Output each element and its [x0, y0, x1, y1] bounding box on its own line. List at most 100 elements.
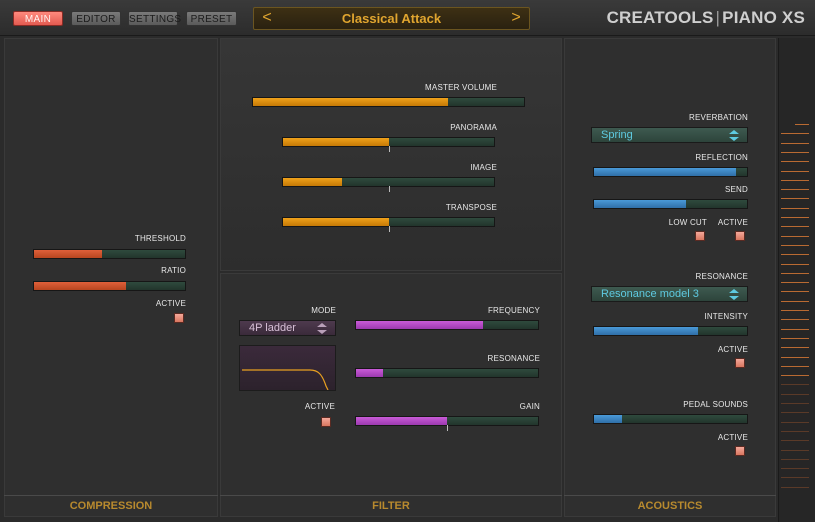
- meter-tick: [781, 244, 809, 246]
- brand-left: CREATOOLS: [606, 8, 714, 27]
- frequency-fill: [356, 321, 484, 329]
- resonance-label: RESONANCE: [695, 272, 748, 281]
- meter-tick: [781, 347, 809, 349]
- preset-selector[interactable]: < Classical Attack >: [253, 7, 530, 30]
- preset-name: Classical Attack: [341, 11, 442, 26]
- meter-tick: [781, 263, 809, 265]
- meter-tick: [781, 170, 809, 172]
- meter-tick: [781, 272, 809, 274]
- ratio-fill: [34, 282, 127, 290]
- tab-editor[interactable]: EDITOR: [71, 11, 121, 26]
- master-volume-fill: [253, 98, 449, 106]
- resonance-value: Resonance model 3: [601, 288, 699, 300]
- intensity-slider[interactable]: [593, 326, 748, 336]
- top-bar: MAIN EDITOR SETTINGS PRESET < Classical …: [0, 0, 815, 36]
- meter-tick: [781, 235, 809, 237]
- output-level-meter: [778, 38, 815, 522]
- meter-tick: [781, 328, 809, 330]
- meter-tick: [795, 124, 809, 125]
- threshold-fill: [34, 250, 102, 258]
- image-fill: [283, 178, 343, 186]
- meter-tick: [781, 384, 809, 386]
- reverberation-value: Spring: [601, 129, 633, 141]
- frequency-slider[interactable]: [355, 320, 539, 330]
- filter-footer: FILTER: [220, 495, 562, 517]
- filter-mode-value: 4P ladder: [249, 322, 296, 334]
- gain-label: GAIN: [519, 402, 540, 411]
- transpose-label: TRANSPOSE: [445, 203, 497, 212]
- filter-active-checkbox[interactable]: [321, 417, 331, 427]
- meter-tick: [781, 189, 809, 191]
- image-label: IMAGE: [470, 163, 497, 172]
- filter-resonance-fill: [356, 369, 384, 377]
- meter-tick: [781, 486, 809, 488]
- pedal-sounds-slider[interactable]: [593, 414, 748, 424]
- intensity-fill: [594, 327, 699, 335]
- meter-tick: [781, 282, 809, 284]
- meter-tick: [781, 179, 809, 181]
- gain-fill: [356, 417, 447, 425]
- send-slider[interactable]: [593, 199, 748, 209]
- transpose-slider[interactable]: [282, 217, 495, 232]
- reflection-slider[interactable]: [593, 167, 748, 177]
- ratio-label: RATIO: [161, 266, 186, 275]
- filter-resonance-label: RESONANCE: [487, 354, 540, 363]
- resonance-active-label: ACTIVE: [717, 345, 748, 354]
- updown-icon: [729, 289, 739, 300]
- tab-settings[interactable]: SETTINGS: [128, 11, 181, 26]
- send-fill: [594, 200, 686, 208]
- filter-mode-select[interactable]: 4P ladder: [239, 320, 336, 336]
- meter-tick: [781, 337, 809, 339]
- master-volume-slider[interactable]: [252, 97, 525, 107]
- meter-tick: [781, 440, 809, 442]
- reflection-fill: [594, 168, 737, 176]
- master-volume-label: MASTER VOLUME: [425, 83, 497, 92]
- transpose-fill: [283, 218, 389, 226]
- meter-tick: [781, 477, 809, 479]
- reverberation-label: REVERBATION: [689, 113, 748, 122]
- acoustics-footer: ACOUSTICS: [564, 495, 776, 517]
- meter-tick: [781, 142, 809, 144]
- meter-tick: [781, 254, 809, 256]
- low-cut-label: LOW CUT: [668, 218, 707, 227]
- panorama-label: PANORAMA: [450, 123, 497, 132]
- meter-tick: [781, 319, 809, 321]
- transpose-center-mark: [388, 226, 390, 232]
- meter-tick: [781, 226, 809, 228]
- pedal-active-checkbox[interactable]: [735, 446, 745, 456]
- reflection-label: REFLECTION: [695, 153, 748, 162]
- compression-panel: [4, 38, 218, 517]
- tab-preset[interactable]: PRESET: [186, 11, 237, 26]
- image-center-mark: [388, 186, 390, 192]
- image-slider[interactable]: [282, 177, 495, 192]
- meter-tick: [781, 430, 809, 432]
- compression-active-checkbox[interactable]: [174, 313, 184, 323]
- threshold-slider[interactable]: [33, 249, 186, 259]
- main-panel: [220, 38, 562, 271]
- filter-resonance-slider[interactable]: [355, 368, 539, 378]
- meter-tick: [781, 198, 809, 200]
- tab-main[interactable]: MAIN: [13, 11, 63, 26]
- filter-response-graph: [239, 345, 336, 391]
- next-preset-icon[interactable]: >: [508, 9, 524, 27]
- ratio-slider[interactable]: [33, 281, 186, 291]
- meter-tick: [781, 151, 809, 153]
- meter-tick: [781, 356, 809, 358]
- meter-tick: [781, 468, 809, 470]
- gain-slider[interactable]: [355, 416, 539, 431]
- panorama-fill: [283, 138, 389, 146]
- meter-tick: [781, 207, 809, 209]
- pedal-sounds-fill: [594, 415, 622, 423]
- reverb-active-checkbox[interactable]: [735, 231, 745, 241]
- resonance-select[interactable]: Resonance model 3: [591, 286, 748, 302]
- panorama-slider[interactable]: [282, 137, 495, 152]
- meter-tick: [781, 375, 809, 377]
- brand-logo: CREATOOLS | PIANO XS: [607, 8, 805, 28]
- resonance-active-checkbox[interactable]: [735, 358, 745, 368]
- low-cut-checkbox[interactable]: [695, 231, 705, 241]
- updown-icon: [317, 323, 327, 334]
- pedal-active-label: ACTIVE: [717, 433, 748, 442]
- reverberation-select[interactable]: Spring: [591, 127, 748, 143]
- compression-footer: COMPRESSION: [4, 495, 218, 517]
- compression-active-label: ACTIVE: [155, 299, 186, 308]
